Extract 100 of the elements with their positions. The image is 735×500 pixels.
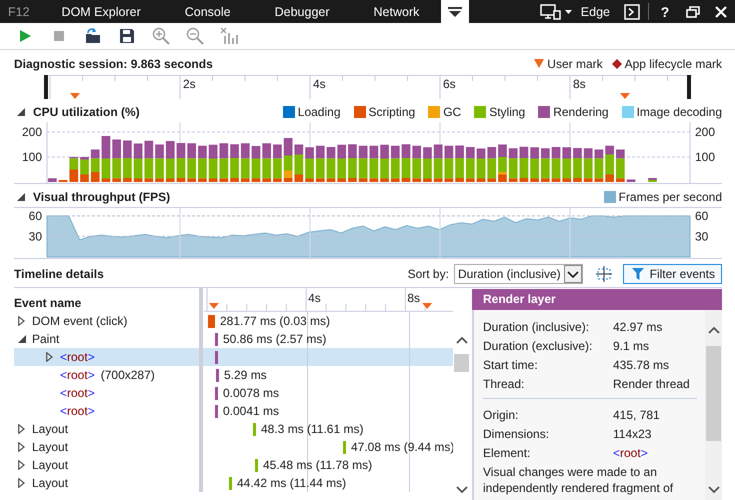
user-mark-icon bbox=[534, 59, 544, 68]
expand-icon[interactable] bbox=[18, 424, 25, 434]
app-label: F12 bbox=[7, 4, 31, 18]
bar bbox=[380, 144, 389, 158]
property-label: Element: bbox=[483, 446, 532, 460]
caret-icon bbox=[564, 265, 582, 283]
collapse-icon[interactable] bbox=[17, 193, 25, 201]
legend-label: Loading bbox=[298, 105, 340, 119]
tab[interactable]: Debugger bbox=[252, 0, 352, 23]
bar bbox=[262, 143, 272, 158]
axis-label: 200 bbox=[695, 125, 716, 139]
description-text: Visual changes were made to an independently rendered fragment of bbox=[483, 464, 674, 496]
column-header: Event name bbox=[14, 296, 82, 310]
tab[interactable]: Console bbox=[162, 0, 253, 23]
range-end-handle[interactable] bbox=[687, 75, 691, 99]
bar bbox=[123, 140, 132, 158]
legend-label: Image decoding bbox=[636, 105, 722, 119]
expand-icon[interactable] bbox=[18, 316, 25, 326]
details-header: Render layer bbox=[472, 289, 722, 310]
scroll-down-icon[interactable] bbox=[456, 486, 468, 494]
devices-icon bbox=[540, 4, 562, 20]
target-dropdown[interactable]: Edge bbox=[532, 0, 618, 23]
scroll-up-icon[interactable] bbox=[456, 336, 468, 344]
scroll-thumb[interactable] bbox=[454, 354, 469, 372]
bar bbox=[626, 180, 636, 182]
tick-label: 4s bbox=[313, 77, 326, 91]
tab[interactable]: DOM Explorer bbox=[40, 0, 163, 23]
zoom-to-fit-icon[interactable] bbox=[594, 265, 613, 283]
element-tag: <root> bbox=[60, 404, 95, 418]
collapse-icon[interactable] bbox=[18, 335, 26, 343]
sort-label: Sort by: bbox=[408, 267, 449, 281]
user-mark-icon bbox=[620, 93, 630, 99]
clear-chart-icon bbox=[220, 27, 238, 45]
property-value: 114x23 bbox=[613, 426, 652, 440]
timeline-title: Timeline details bbox=[14, 267, 104, 281]
legend-label: Styling bbox=[489, 105, 526, 119]
legend-label: GC bbox=[443, 105, 462, 119]
scrollbar[interactable] bbox=[705, 310, 722, 500]
axis-label: 60 bbox=[695, 208, 708, 223]
help-button[interactable]: ? bbox=[651, 0, 679, 23]
bar bbox=[112, 140, 122, 158]
filter-icon bbox=[632, 268, 644, 280]
section-title: CPU utilization (%) bbox=[33, 105, 140, 119]
bar bbox=[69, 170, 78, 182]
user-mark-icon bbox=[422, 302, 432, 309]
element-tag: <root> bbox=[613, 446, 648, 460]
duration-text: 0.0078 ms bbox=[223, 386, 280, 400]
bar bbox=[176, 143, 186, 158]
collapse-icon[interactable] bbox=[17, 108, 25, 116]
property-value: 415, 781 bbox=[613, 408, 660, 422]
property-label: Duration (exclusive): bbox=[483, 338, 594, 352]
bar bbox=[134, 144, 142, 158]
element-tag: <root> bbox=[60, 368, 95, 382]
sort-dropdown[interactable]: Duration (inclusive) bbox=[454, 264, 583, 284]
axis-label: 30 bbox=[695, 229, 708, 244]
bar bbox=[284, 138, 292, 156]
expand-icon[interactable] bbox=[18, 460, 25, 470]
property-value: Render thread bbox=[613, 376, 690, 390]
property-label: Duration (inclusive): bbox=[483, 320, 590, 334]
tabs-menu-tab[interactable] bbox=[441, 0, 470, 23]
legend-label: Rendering bbox=[553, 105, 609, 119]
section-title: Visual throughput (FPS) bbox=[33, 190, 170, 204]
folder-icon bbox=[84, 27, 102, 45]
tab[interactable]: Network bbox=[352, 0, 442, 23]
axis-label: 200 bbox=[22, 125, 42, 139]
duration-text: 0.0041 ms bbox=[223, 404, 280, 418]
duration-text: 281.77 ms (0.03 ms) bbox=[220, 314, 330, 328]
tick-label: 6s bbox=[443, 77, 456, 91]
play-icon bbox=[18, 29, 32, 43]
expand-icon[interactable] bbox=[18, 442, 25, 452]
property-label: Dimensions: bbox=[483, 426, 550, 440]
zoom-in-icon bbox=[152, 27, 170, 45]
stop-icon bbox=[53, 30, 65, 42]
property-label: Origin: bbox=[483, 408, 520, 422]
range-start-handle[interactable] bbox=[44, 75, 48, 99]
event-row[interactable]: <root> bbox=[14, 348, 453, 366]
property-label: Start time: bbox=[483, 358, 539, 372]
property-value: 9.1 ms bbox=[613, 338, 650, 352]
scroll-up-icon[interactable] bbox=[708, 326, 720, 334]
zoom-out-icon bbox=[186, 27, 204, 45]
expand-icon[interactable] bbox=[18, 478, 25, 488]
tick-label: 2s bbox=[183, 77, 196, 91]
tick-label: 4s bbox=[308, 290, 321, 305]
bar bbox=[337, 144, 346, 158]
scroll-thumb[interactable] bbox=[706, 346, 721, 441]
bar bbox=[240, 143, 250, 158]
filter-events-button[interactable]: Filter events bbox=[622, 264, 722, 284]
element-tag: <root> bbox=[60, 386, 95, 400]
bar bbox=[144, 140, 154, 158]
event-name: DOM event (click) bbox=[32, 314, 128, 328]
event-name: Paint bbox=[32, 332, 60, 346]
event-name: Layout bbox=[32, 476, 68, 490]
bar bbox=[102, 136, 110, 158]
lifecycle-mark-icon bbox=[612, 58, 622, 68]
bar bbox=[498, 144, 507, 157]
menu-caret-icon bbox=[448, 6, 462, 16]
expand-icon[interactable] bbox=[46, 352, 53, 362]
property-value: 435.78 ms bbox=[613, 358, 670, 372]
duration-text: 5.29 ms bbox=[224, 368, 267, 382]
scroll-down-icon[interactable] bbox=[708, 486, 720, 494]
